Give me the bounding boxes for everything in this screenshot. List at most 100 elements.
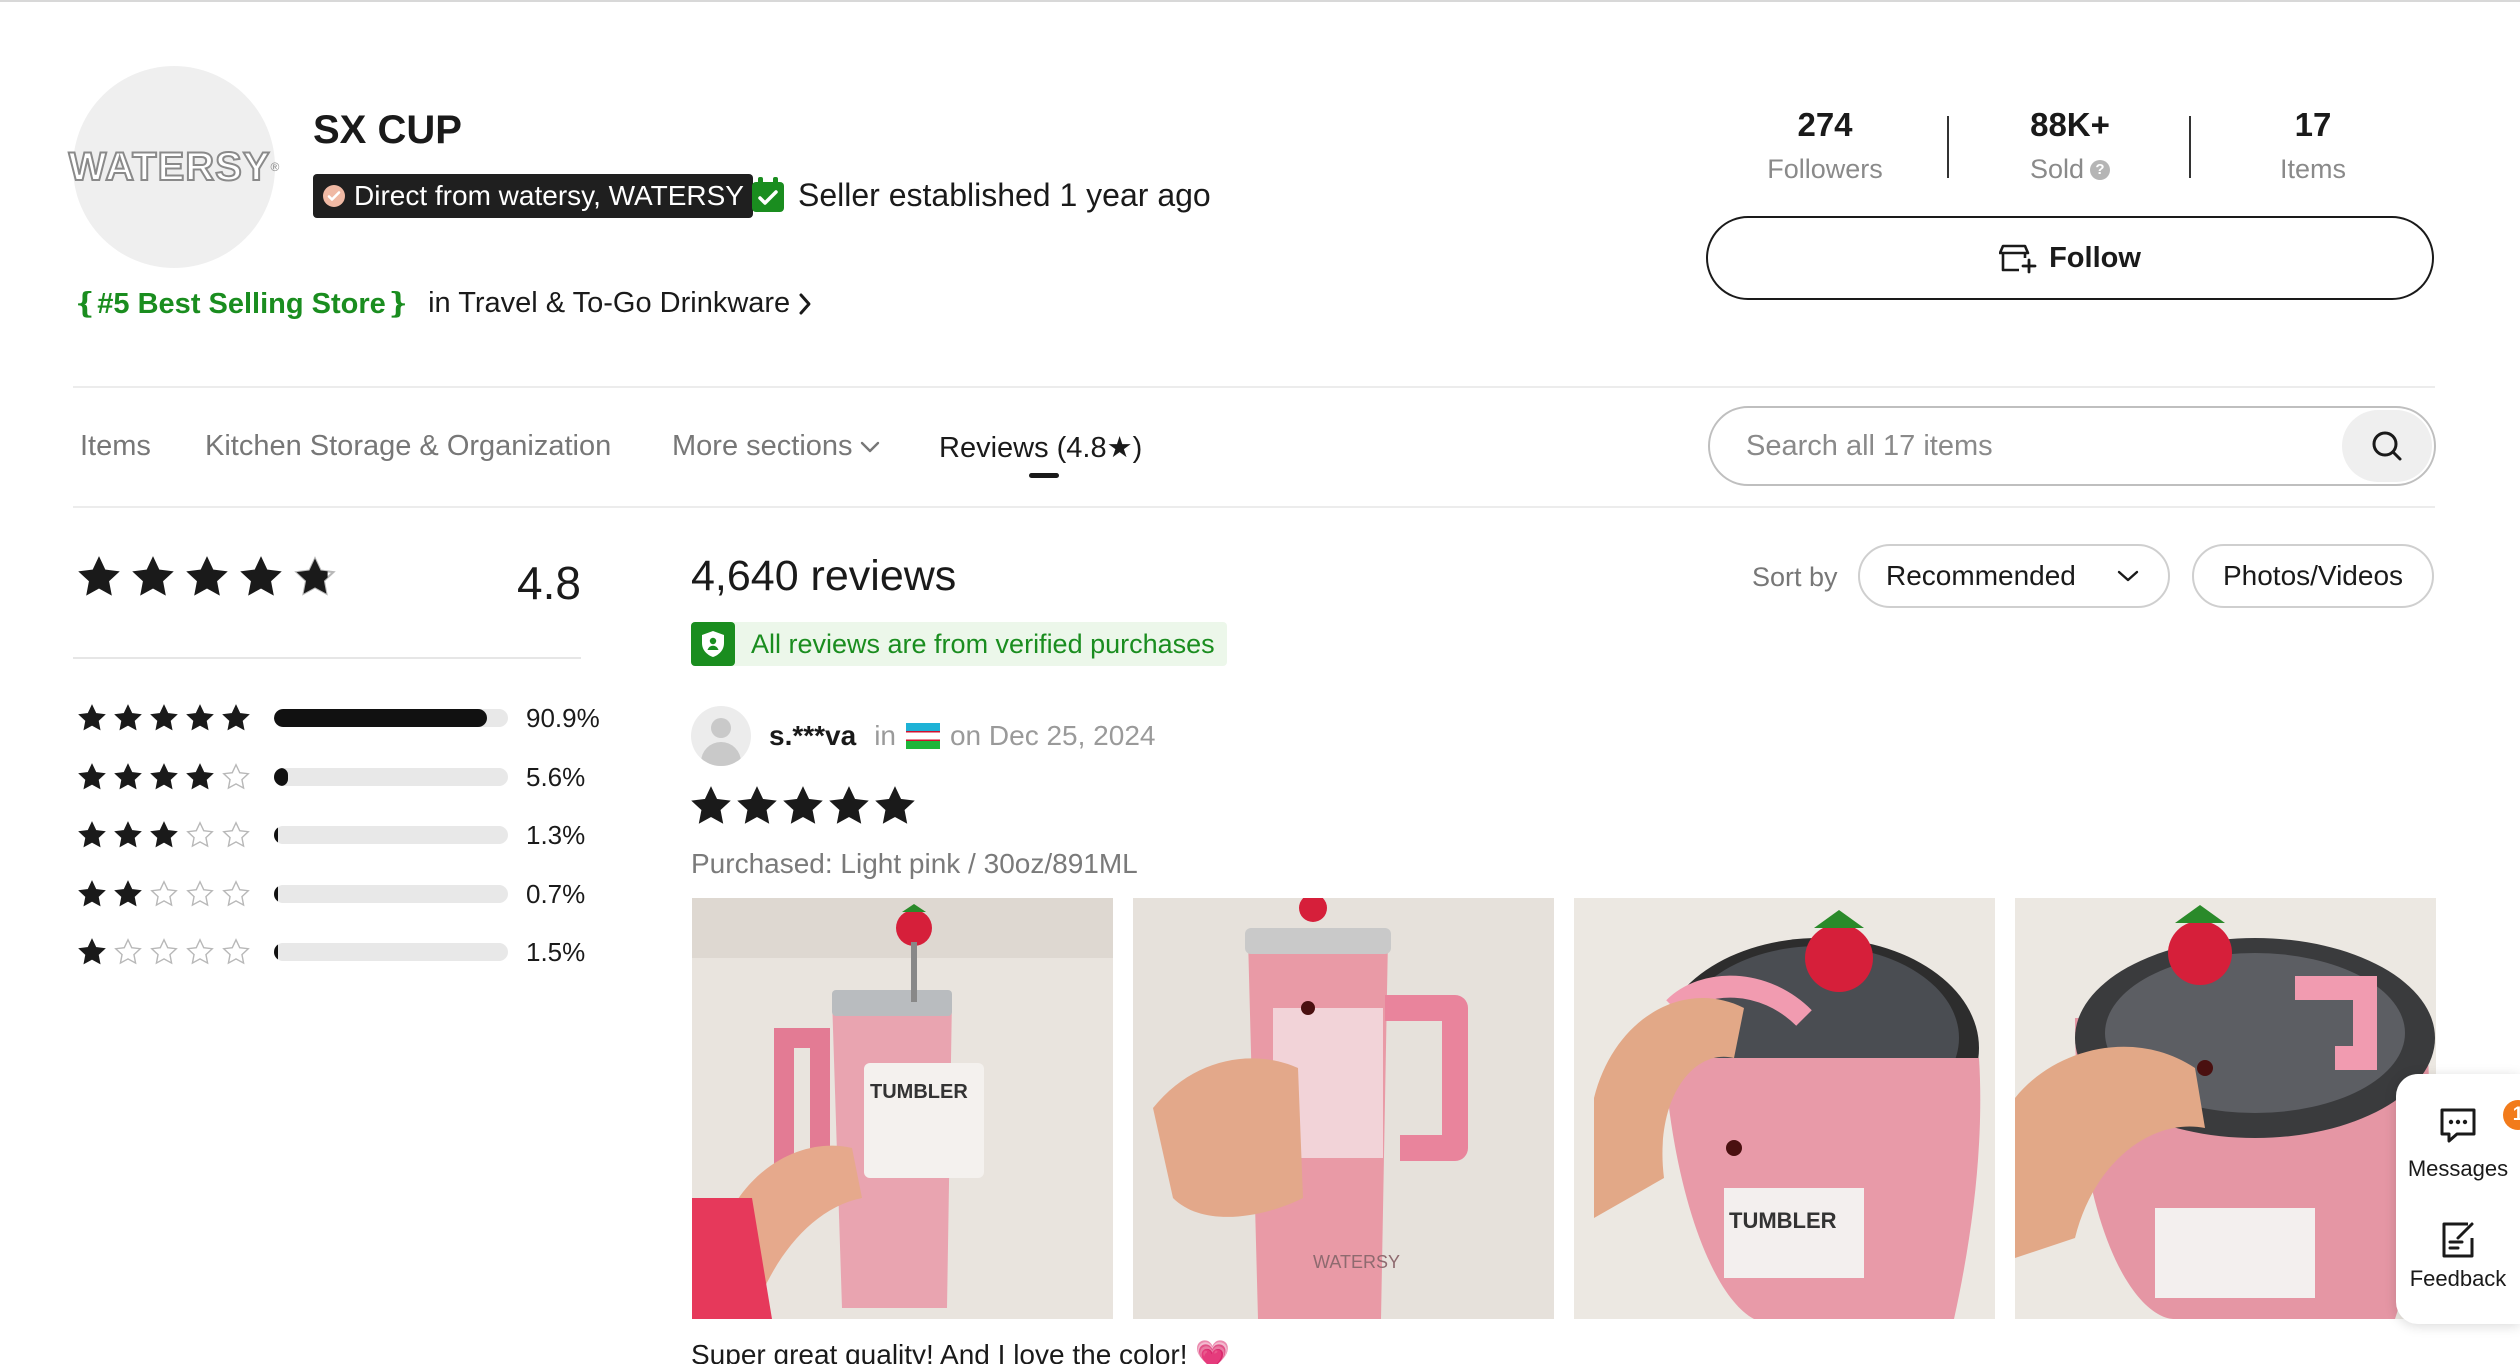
rating-row-stars bbox=[78, 763, 254, 791]
section-divider bbox=[73, 386, 2435, 388]
tab-items[interactable]: Items bbox=[80, 430, 151, 463]
rating-bar bbox=[274, 709, 508, 727]
rating-row-5[interactable]: 90.9% bbox=[78, 700, 600, 736]
store-logo[interactable]: WATERSY ® bbox=[68, 66, 279, 268]
section-divider bbox=[73, 506, 2435, 508]
rating-percent: 0.7% bbox=[526, 878, 586, 909]
tab-reviews[interactable]: Reviews (4.8★) bbox=[939, 430, 1142, 465]
star-icon bbox=[222, 821, 250, 848]
reviewer-info: s.***va in on Dec 25, 2024 bbox=[691, 706, 1155, 766]
star-icon bbox=[114, 821, 142, 848]
reviewer-meta: in on Dec 25, 2024 bbox=[874, 720, 1155, 752]
star-icon bbox=[737, 786, 777, 824]
star-icon bbox=[186, 938, 214, 965]
store-search[interactable] bbox=[1708, 406, 2436, 486]
star-icon bbox=[150, 938, 178, 965]
seller-established-label: Seller established 1 year ago bbox=[798, 176, 1211, 213]
calendar-check-icon bbox=[752, 177, 784, 212]
rating-row-stars bbox=[78, 938, 254, 966]
svg-text:WATERSY: WATERSY bbox=[1313, 1252, 1400, 1272]
stat-sold-value: 88K+ bbox=[2030, 106, 2110, 143]
stat-followers-value: 274 bbox=[1797, 106, 1853, 143]
summary-divider bbox=[73, 657, 581, 659]
star-icon bbox=[186, 763, 214, 790]
review-photo[interactable] bbox=[2015, 898, 2436, 1319]
star-icon bbox=[78, 704, 106, 731]
rating-row-4[interactable]: 5.6% bbox=[78, 759, 585, 795]
rating-row-stars bbox=[78, 704, 254, 732]
direct-badge-label: Direct from watersy, WATERSY bbox=[354, 180, 744, 211]
stat-followers: 274 Followers bbox=[1710, 106, 1940, 185]
reviewer-in-label: in bbox=[874, 720, 896, 751]
rating-bar bbox=[274, 943, 508, 961]
uzbekistan-flag-icon bbox=[905, 723, 940, 749]
rating-row-stars bbox=[78, 880, 254, 908]
search-icon bbox=[2372, 431, 2402, 461]
review-photo[interactable]: WATERSY bbox=[1133, 898, 1554, 1319]
star-icon bbox=[114, 763, 142, 790]
messages-badge: 1 bbox=[2503, 1100, 2520, 1130]
tab-more-sections[interactable]: More sections bbox=[672, 430, 881, 463]
search-input[interactable] bbox=[1746, 429, 2286, 463]
top-divider bbox=[0, 0, 2520, 2]
star-icon bbox=[186, 556, 228, 596]
tab-more-sections-label: More sections bbox=[672, 430, 853, 462]
rating-percent: 1.3% bbox=[526, 819, 586, 850]
messages-button[interactable]: 1 Messages bbox=[2396, 1100, 2520, 1182]
search-button[interactable] bbox=[2342, 410, 2432, 482]
best-selling-row[interactable]: ❴#5 Best Selling Store❵ in Travel & To-G… bbox=[73, 286, 812, 321]
feedback-edit-icon bbox=[2442, 1222, 2474, 1258]
seller-established: Seller established 1 year ago bbox=[750, 176, 1211, 214]
review-date: on Dec 25, 2024 bbox=[949, 720, 1156, 751]
rating-row-1[interactable]: 1.5% bbox=[78, 934, 585, 970]
star-icon bbox=[114, 880, 142, 907]
rating-row-stars bbox=[78, 821, 254, 849]
best-selling-category-link[interactable]: in Travel & To-Go Drinkware bbox=[428, 287, 812, 320]
star-icon bbox=[78, 763, 106, 790]
store-follow-icon bbox=[1999, 244, 2037, 274]
star-icon bbox=[78, 556, 120, 596]
rating-bar-fill bbox=[274, 885, 278, 903]
star-icon bbox=[114, 704, 142, 731]
star-icon bbox=[186, 704, 214, 731]
reviews-count: 4,640 reviews bbox=[691, 552, 957, 600]
help-icon[interactable]: ? bbox=[2090, 159, 2111, 180]
stat-sold-label: Sold bbox=[2029, 154, 2085, 184]
star-icon bbox=[150, 880, 178, 907]
rating-bar bbox=[274, 826, 508, 844]
reviewer-name: s.***va bbox=[769, 720, 857, 751]
star-icon bbox=[691, 786, 731, 824]
chat-icon bbox=[2440, 1108, 2476, 1143]
best-selling-badge: ❴#5 Best Selling Store❵ bbox=[73, 288, 411, 320]
verified-purchases-banner: All reviews are from verified purchases bbox=[691, 622, 1227, 666]
rating-percent: 1.5% bbox=[526, 936, 586, 967]
stat-sold: 88K+ Sold? bbox=[1955, 106, 2185, 185]
star-icon bbox=[78, 880, 106, 907]
rating-bar bbox=[274, 885, 508, 903]
rating-row-3[interactable]: 1.3% bbox=[78, 817, 585, 853]
review-photo[interactable]: TUMBLER bbox=[692, 898, 1113, 1319]
star-icon bbox=[186, 880, 214, 907]
photos-videos-filter[interactable]: Photos/Videos bbox=[2192, 544, 2434, 608]
tab-reviews-label: Reviews (4.8★) bbox=[939, 432, 1143, 464]
store-logo-text: WATERSY bbox=[68, 144, 271, 190]
star-icon bbox=[78, 821, 106, 848]
review-text: Super great quality! And I love the colo… bbox=[691, 1339, 1231, 1364]
rating-percent: 5.6% bbox=[526, 761, 586, 792]
tab-kitchen-storage[interactable]: Kitchen Storage & Organization bbox=[205, 430, 611, 463]
sort-dropdown[interactable]: Recommended bbox=[1858, 544, 2170, 608]
sort-by-label: Sort by bbox=[1752, 562, 1838, 592]
overall-stars bbox=[78, 556, 336, 598]
purchased-variant: Purchased: Light pink / 30oz/891ML bbox=[691, 848, 1138, 879]
rating-row-2[interactable]: 0.7% bbox=[78, 876, 585, 912]
floating-help-panel: 1 Messages Feedback bbox=[2396, 1074, 2520, 1324]
star-icon bbox=[222, 880, 250, 907]
review-photo[interactable]: TUMBLER bbox=[1574, 898, 1995, 1319]
feedback-button[interactable]: Feedback bbox=[2396, 1220, 2520, 1292]
stat-items-label: Items bbox=[2279, 154, 2346, 184]
direct-badge: Direct from watersy, WATERSY bbox=[313, 174, 753, 218]
follow-button[interactable]: Follow bbox=[1706, 216, 2434, 300]
star-icon bbox=[150, 704, 178, 731]
rating-bar-fill bbox=[274, 943, 278, 961]
stat-divider bbox=[1947, 116, 1949, 178]
